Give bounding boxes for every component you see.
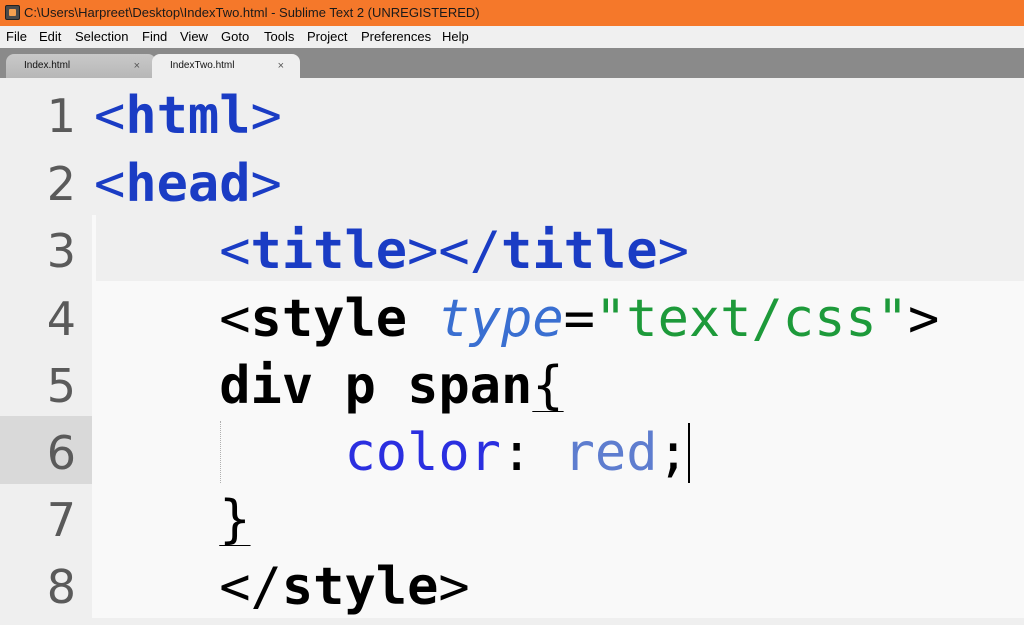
tab-label: Index.html (24, 54, 70, 78)
line-number: 6 (0, 419, 76, 487)
line-number: 1 (0, 82, 76, 150)
code-token: < (94, 86, 125, 146)
code-token: title (501, 221, 658, 281)
code-token: style (282, 557, 439, 617)
menu-view[interactable]: View (180, 26, 208, 48)
code-token: ></ (407, 221, 501, 281)
menu-edit[interactable]: Edit (39, 26, 61, 48)
tab-index-html[interactable]: Index.html × (6, 54, 156, 78)
line-number: 3 (0, 217, 76, 285)
line-number: 5 (0, 352, 76, 420)
line-number: 2 (0, 150, 76, 218)
line-number: 7 (0, 486, 76, 554)
code-line[interactable]: </style> (94, 553, 470, 621)
code-token (407, 289, 438, 349)
code-token (94, 289, 219, 349)
code-token (94, 356, 219, 416)
code-token: color (344, 423, 501, 483)
code-token (94, 557, 219, 617)
code-token: } (219, 490, 250, 550)
menu-project[interactable]: Project (307, 26, 347, 48)
code-token: = (564, 289, 595, 349)
title-bar: C:\Users\Harpreet\Desktop\IndexTwo.html … (0, 0, 1024, 26)
code-line[interactable]: <head> (94, 150, 282, 218)
code-token: head (125, 154, 250, 214)
line-number: 8 (0, 553, 76, 621)
code-token: { (532, 356, 563, 416)
code-line[interactable]: color: red; (94, 419, 689, 487)
code-token: > (438, 557, 469, 617)
code-token: > (251, 154, 282, 214)
close-icon[interactable]: × (278, 54, 284, 78)
code-token: title (251, 221, 408, 281)
code-line[interactable]: <html> (94, 82, 282, 150)
code-token: "text/css" (595, 289, 908, 349)
code-token: > (658, 221, 689, 281)
code-token: div p span (219, 356, 532, 416)
code-token: </ (219, 557, 282, 617)
window-title: C:\Users\Harpreet\Desktop\IndexTwo.html … (24, 0, 480, 26)
tab-strip: Index.html × IndexTwo.html × (0, 48, 1024, 78)
code-token: > (251, 86, 282, 146)
text-cursor (688, 423, 690, 483)
menu-file[interactable]: File (6, 26, 27, 48)
menu-tools[interactable]: Tools (264, 26, 294, 48)
menu-goto[interactable]: Goto (221, 26, 249, 48)
sublime-text-icon[interactable] (5, 5, 20, 20)
menu-find[interactable]: Find (142, 26, 167, 48)
menu-help[interactable]: Help (442, 26, 469, 48)
code-token: style (251, 289, 408, 349)
code-editor[interactable]: 12345678 <html><head> <title></title> <s… (0, 78, 1024, 625)
code-line[interactable]: <style type="text/css"> (94, 285, 939, 353)
indent-guide (220, 421, 221, 483)
line-number: 4 (0, 285, 76, 353)
close-icon[interactable]: × (134, 54, 140, 78)
code-token: type (438, 289, 563, 349)
code-token: red (564, 423, 658, 483)
code-token: : (501, 423, 564, 483)
code-line[interactable]: } (94, 486, 251, 554)
code-line[interactable]: <title></title> (94, 217, 689, 285)
code-token (94, 221, 219, 281)
code-token (94, 490, 219, 550)
code-token: < (219, 221, 250, 281)
menu-selection[interactable]: Selection (75, 26, 128, 48)
menu-bar: File Edit Selection Find View Goto Tools… (0, 26, 1024, 48)
code-line[interactable]: div p span{ (94, 352, 564, 420)
code-token: html (125, 86, 250, 146)
menu-preferences[interactable]: Preferences (361, 26, 431, 48)
code-token: > (908, 289, 939, 349)
tab-indextwo-html[interactable]: IndexTwo.html × (152, 54, 300, 78)
tab-label: IndexTwo.html (170, 54, 234, 78)
code-token: ; (658, 423, 689, 483)
code-token: < (94, 154, 125, 214)
code-token: < (219, 289, 250, 349)
